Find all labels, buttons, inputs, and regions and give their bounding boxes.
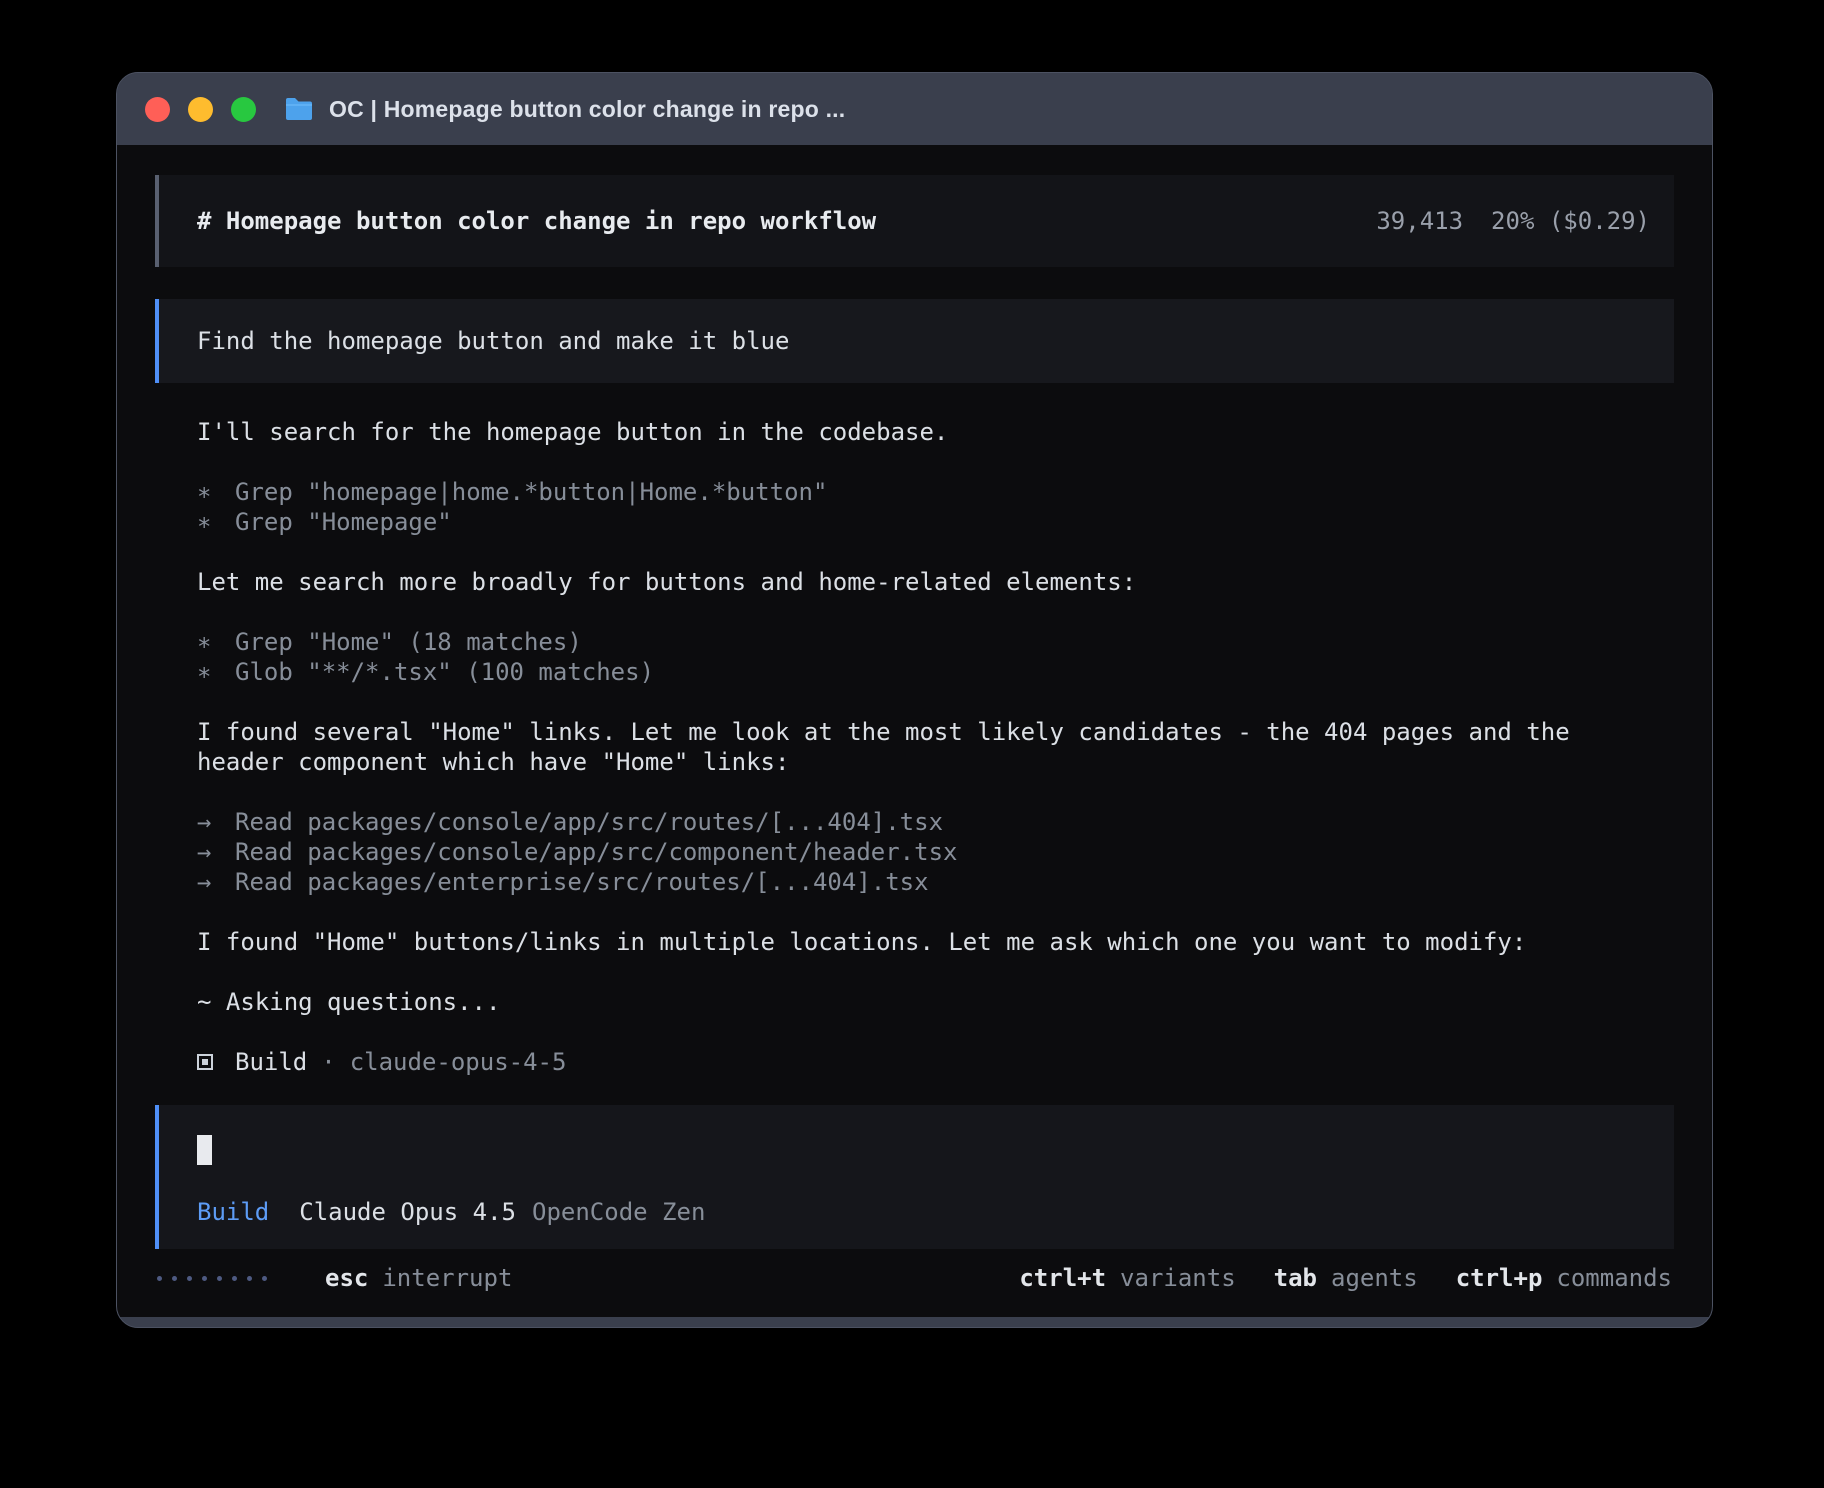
assistant-paragraph: I found "Home" buttons/links in multiple… (197, 927, 1618, 957)
hint-interrupt: esc interrupt (325, 1264, 512, 1292)
provider-label: OpenCode Zen (532, 1197, 705, 1227)
context-cost: 20% ($0.29) (1491, 207, 1650, 235)
tool-call-read: → Read packages/enterprise/src/routes/[.… (197, 867, 1618, 897)
text-cursor (197, 1135, 212, 1165)
session-stats: 39,413 20% ($0.29) (1376, 207, 1650, 235)
asterisk-icon: ∗ (197, 627, 235, 657)
assistant-paragraph: Let me search more broadly for buttons a… (197, 567, 1618, 597)
tool-call-read: → Read packages/console/app/src/componen… (197, 837, 1618, 867)
tool-call-glob: ∗ Glob "**/*.tsx" (100 matches) (197, 657, 1618, 687)
session-header: # Homepage button color change in repo w… (155, 175, 1674, 267)
tool-call-group: ∗ Grep "Home" (18 matches) ∗ Glob "**/*.… (197, 627, 1618, 687)
hint-key: tab (1274, 1264, 1317, 1292)
tool-call-text: Grep "Home" (18 matches) (235, 627, 582, 657)
terminal: # Homepage button color change in repo w… (117, 145, 1712, 1317)
tool-call-text: Read packages/console/app/src/component/… (235, 837, 957, 867)
mode-label[interactable]: Build (197, 1197, 269, 1227)
tool-call-text: Read packages/enterprise/src/routes/[...… (235, 867, 929, 897)
tool-call-group: → Read packages/console/app/src/routes/[… (197, 807, 1618, 897)
tool-call-grep: ∗ Grep "Home" (18 matches) (197, 627, 1618, 657)
minimize-button[interactable] (188, 97, 213, 122)
user-message: Find the homepage button and make it blu… (155, 299, 1674, 383)
user-message-text: Find the homepage button and make it blu… (197, 327, 789, 355)
session-title: # Homepage button color change in repo w… (197, 207, 876, 235)
hint-label: commands (1556, 1264, 1672, 1292)
tool-call-grep: ∗ Grep "Homepage" (197, 507, 1618, 537)
tool-call-text: Grep "homepage|home.*button|Home.*button… (235, 477, 827, 507)
title-group: OC | Homepage button color change in rep… (284, 96, 845, 123)
model-label[interactable]: Claude Opus 4.5 (299, 1197, 516, 1227)
agent-line: Build · claude-opus-4-5 (197, 1047, 1618, 1077)
close-button[interactable] (145, 97, 170, 122)
input-meta: Build Claude Opus 4.5 OpenCode Zen (197, 1197, 1674, 1227)
tool-call-text: Read packages/console/app/src/routes/[..… (235, 807, 943, 837)
hint-variants: ctrl+t variants (1019, 1264, 1235, 1292)
footer-shortcuts: ctrl+t variants tab agents ctrl+p comman… (1019, 1264, 1672, 1292)
hint-label: interrupt (382, 1264, 512, 1292)
arrow-right-icon: → (197, 807, 235, 837)
prompt-input[interactable]: Build Claude Opus 4.5 OpenCode Zen (155, 1105, 1674, 1249)
status-line: ~ Asking questions... (197, 987, 1618, 1017)
traffic-lights (145, 97, 256, 122)
assistant-paragraph: I found several "Home" links. Let me loo… (197, 717, 1618, 777)
hint-key: ctrl+t (1019, 1264, 1106, 1292)
hint-key: esc (325, 1264, 368, 1292)
arrow-right-icon: → (197, 837, 235, 867)
tool-call-grep: ∗ Grep "homepage|home.*button|Home.*butt… (197, 477, 1618, 507)
status-bar: esc interrupt ctrl+t variants tab agents… (155, 1261, 1674, 1295)
zoom-button[interactable] (231, 97, 256, 122)
asterisk-icon: ∗ (197, 507, 235, 537)
hint-label: variants (1120, 1264, 1236, 1292)
hint-commands: ctrl+p commands (1456, 1264, 1672, 1292)
folder-icon (284, 97, 314, 122)
tool-call-text: Grep "Homepage" (235, 507, 452, 537)
asterisk-icon: ∗ (197, 477, 235, 507)
window-title: OC | Homepage button color change in rep… (329, 96, 845, 123)
assistant-response: I'll search for the homepage button in t… (155, 383, 1674, 1077)
hint-label: agents (1331, 1264, 1418, 1292)
tool-call-read: → Read packages/console/app/src/routes/[… (197, 807, 1618, 837)
agent-name: Build (235, 1047, 307, 1077)
working-indicator (157, 1276, 267, 1281)
assistant-paragraph: I'll search for the homepage button in t… (197, 417, 1618, 447)
hint-key: ctrl+p (1456, 1264, 1543, 1292)
titlebar: OC | Homepage button color change in rep… (117, 73, 1712, 145)
agent-model: claude-opus-4-5 (350, 1047, 567, 1077)
asterisk-icon: ∗ (197, 657, 235, 687)
token-count: 39,413 (1376, 207, 1463, 235)
tool-call-text: Glob "**/*.tsx" (100 matches) (235, 657, 654, 687)
app-window: OC | Homepage button color change in rep… (116, 72, 1713, 1328)
arrow-right-icon: → (197, 867, 235, 897)
tool-call-group: ∗ Grep "homepage|home.*button|Home.*butt… (197, 477, 1618, 537)
separator-dot: · (321, 1047, 335, 1077)
hint-agents: tab agents (1274, 1264, 1418, 1292)
agent-build-icon (197, 1054, 213, 1070)
